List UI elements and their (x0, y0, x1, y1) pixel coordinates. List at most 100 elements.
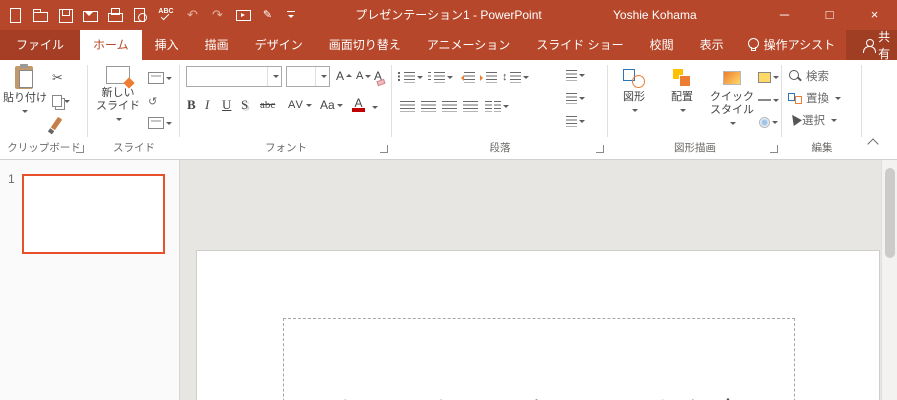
select-dropdown-icon (831, 118, 837, 125)
align-center-button[interactable] (419, 96, 436, 116)
font-name-combo[interactable] (186, 66, 282, 87)
lightbulb-icon (747, 38, 759, 52)
paragraph-dialog-launcher-icon[interactable] (596, 145, 604, 153)
ribbon-group-paragraph: ↕ 段落 (392, 60, 608, 159)
quick-styles-icon (721, 68, 743, 88)
slides-group-label: スライド (113, 142, 155, 154)
font-color-button[interactable]: A (352, 94, 365, 116)
font-color-dropdown-icon[interactable] (372, 106, 378, 112)
increase-indent-icon (480, 71, 497, 83)
tab-design[interactable]: デザイン (242, 30, 316, 60)
section-button[interactable] (148, 113, 172, 133)
layout-button[interactable] (148, 68, 172, 88)
arrange-button[interactable]: 配置 (660, 68, 704, 116)
format-painter-button[interactable] (50, 113, 63, 133)
shrink-font-button[interactable]: A (356, 66, 372, 86)
paste-button[interactable]: 貼り付け (3, 64, 47, 117)
replace-label: 置換 (806, 93, 829, 105)
title-placeholder-text[interactable]: クリックしてタイトルを入力 (284, 389, 794, 400)
align-right-button[interactable] (440, 96, 457, 116)
select-arrow-icon (788, 114, 798, 127)
tab-view[interactable]: 表示 (687, 30, 737, 60)
collapse-ribbon-icon[interactable] (865, 135, 881, 149)
replace-button[interactable]: 置換 (788, 88, 841, 108)
italic-button[interactable]: I (205, 94, 209, 116)
vertical-scrollbar[interactable] (881, 160, 897, 400)
tab-draw[interactable]: 描画 (192, 30, 242, 60)
decrease-indent-icon (458, 71, 475, 83)
strikethrough-button[interactable]: abc (260, 94, 275, 116)
grow-font-button[interactable]: A (336, 66, 353, 86)
tab-file[interactable]: ファイル (0, 30, 81, 60)
share-button[interactable]: 共有 (846, 30, 897, 61)
columns-icon-right (493, 100, 501, 112)
quick-styles-label-1: クイック (710, 91, 754, 103)
clear-formatting-button[interactable]: A (374, 66, 386, 87)
line-spacing-button[interactable]: ↕ (502, 67, 529, 87)
tab-insert[interactable]: 挿入 (142, 30, 192, 60)
clipboard-dialog-launcher-icon[interactable] (76, 145, 84, 153)
text-shadow-button[interactable]: S (241, 94, 248, 116)
text-direction-dropdown-icon (579, 73, 585, 80)
font-size-combo[interactable] (286, 66, 330, 87)
shapes-button[interactable]: 図形 (612, 68, 656, 116)
open-file-icon[interactable] (32, 7, 48, 23)
character-spacing-label: AV (288, 99, 304, 111)
increase-indent-button[interactable] (480, 67, 497, 87)
ribbon-tab-row: ファイル ホーム 挿入 描画 デザイン 画面切り替え アニメーション スライド … (0, 30, 897, 61)
font-group-label: フォント (265, 142, 307, 154)
decrease-indent-button[interactable] (458, 67, 475, 87)
share-label: 共有 (878, 30, 891, 61)
slide-thumbnail-1[interactable] (22, 174, 165, 254)
reset-button[interactable]: ↺ (148, 91, 157, 111)
save-icon[interactable] (57, 7, 73, 23)
drawing-dialog-launcher-icon[interactable] (770, 145, 778, 153)
shrink-font-down-icon (365, 74, 372, 81)
bullets-button[interactable] (398, 67, 423, 87)
arrange-dropdown-icon (680, 108, 686, 115)
bold-button[interactable]: B (187, 94, 196, 116)
copy-button[interactable] (52, 91, 70, 111)
tab-slide-show[interactable]: スライド ショー (523, 30, 636, 60)
underline-button[interactable]: U (222, 94, 231, 116)
tab-animations[interactable]: アニメーション (414, 30, 524, 60)
find-button[interactable]: 検索 (788, 66, 829, 86)
tab-review[interactable]: 校閲 (637, 30, 687, 60)
tell-me-box[interactable]: 操作アシスト (737, 30, 847, 60)
maximize-button[interactable]: □ (807, 0, 852, 30)
shape-fill-button[interactable] (758, 67, 779, 87)
select-button[interactable]: 選択 (788, 110, 837, 130)
justify-button[interactable] (461, 96, 478, 116)
drawing-group-label: 図形描画 (674, 142, 716, 154)
tab-transitions[interactable]: 画面切り替え (316, 30, 414, 60)
shrink-font-label: A (356, 70, 364, 82)
columns-button[interactable] (484, 96, 509, 116)
font-name-dropdown[interactable] (267, 67, 281, 86)
align-left-button[interactable] (398, 96, 415, 116)
convert-smartart-button[interactable] (560, 111, 585, 131)
scrollbar-thumb[interactable] (885, 168, 895, 258)
new-slide-label-2: スライド (96, 100, 140, 112)
cut-button[interactable]: ✂ (52, 68, 63, 88)
minimize-button[interactable]: ─ (762, 0, 807, 30)
quick-styles-button[interactable]: クイック スタイル (708, 68, 756, 129)
new-slide-button[interactable]: 新しい スライド (94, 66, 142, 125)
tab-home[interactable]: ホーム (80, 30, 142, 60)
layout-dropdown-icon (166, 76, 172, 83)
new-file-icon[interactable] (7, 7, 22, 23)
new-slide-dropdown-icon (116, 117, 122, 124)
font-size-dropdown[interactable] (315, 67, 329, 86)
character-spacing-button[interactable]: AV (288, 94, 312, 116)
slide-editing-surface[interactable]: クリックしてタイトルを入力 (196, 250, 880, 400)
text-direction-button[interactable] (560, 65, 585, 85)
close-button[interactable]: × (852, 0, 897, 30)
align-center-icon (419, 100, 436, 112)
change-case-button[interactable]: Aa (320, 94, 343, 116)
shape-effects-button[interactable] (759, 112, 778, 132)
shape-outline-button[interactable] (758, 90, 779, 110)
font-dialog-launcher-icon[interactable] (380, 145, 388, 153)
title-placeholder[interactable]: クリックしてタイトルを入力 (283, 318, 795, 400)
numbering-button[interactable] (428, 67, 453, 87)
align-text-button[interactable] (560, 88, 585, 108)
signed-in-user[interactable]: Yoshie Kohama (613, 0, 697, 30)
